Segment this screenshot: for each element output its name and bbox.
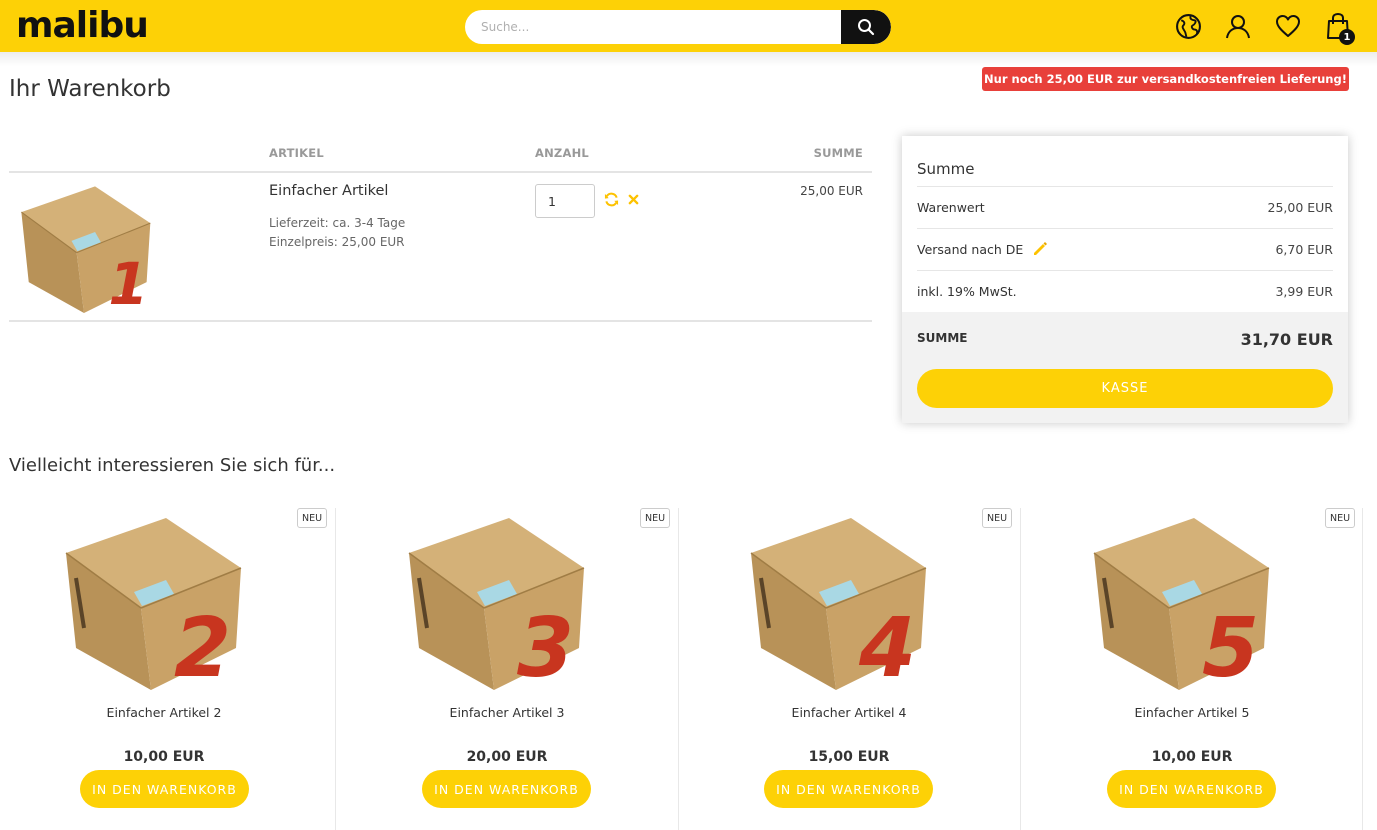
add-to-cart-button[interactable]: IN DEN WARENKORB [764,770,933,808]
cart-count-badge: 1 [1339,29,1355,45]
product-image[interactable]: 5 [1084,508,1274,690]
account-icon [1226,15,1250,39]
product-image[interactable]: 1 [14,178,154,314]
page-title: Ihr Warenkorb [9,76,171,102]
product-number: 3 [517,601,574,690]
product-name[interactable]: Einfacher Artikel 3 [336,705,678,720]
product-image[interactable]: 4 [741,508,931,690]
new-badge: NEU [1325,508,1355,528]
product-card: NEU 5 Einfacher Artikel 5 10,00 EUR IN DEN W… [1021,508,1363,830]
remove-item-button[interactable] [626,192,640,206]
search-button[interactable] [841,10,891,44]
product-price: 10,00 EUR [1151,749,1233,765]
add-to-cart-button[interactable]: IN DEN WARENKORB [422,770,591,808]
language-button[interactable] [1173,11,1203,41]
summary-title: Summe [917,160,975,178]
summary-divider [917,270,1333,271]
cart-button[interactable]: 1 [1323,11,1355,45]
summary-divider [917,228,1333,229]
search-icon [858,19,875,36]
product-number: 4 [858,601,916,690]
product-card: NEU 3 Einfacher Artikel 3 20,00 EUR IN DEN W… [336,508,678,830]
summary-value-goods-value: 25,00 EUR [1267,200,1334,215]
product-name[interactable]: Einfacher Artikel 4 [678,705,1020,720]
delivery-time: Lieferzeit: ca. 3-4 Tage [269,216,406,230]
search-input[interactable] [465,10,841,44]
table-divider [9,171,872,173]
table-divider [9,320,872,322]
product-number: 5 [1202,601,1259,690]
account-button[interactable] [1223,11,1253,41]
order-summary: Summe Warenwert 25,00 EUR Versand nach D… [902,136,1348,423]
summary-label-vat: inkl. 19% MwSt. [917,284,1017,299]
close-icon [628,194,638,204]
product-card: NEU 4 Einfacher Artikel 4 15,00 EUR IN DEN W… [678,508,1020,830]
product-name[interactable]: Einfacher Artikel [269,183,388,199]
add-to-cart-button[interactable]: IN DEN WARENKORB [1107,770,1276,808]
refresh-icon [604,192,618,206]
new-badge: NEU [297,508,327,528]
summary-total-value: 31,70 EUR [1240,330,1333,349]
product-image[interactable]: 2 [56,508,246,690]
product-number: 1 [108,251,148,314]
product-card: NEU 2 Einfacher Artikel 2 10,00 EUR IN DEN W… [0,508,335,830]
product-price: 20,00 EUR [466,749,548,765]
summary-total-label: SUMME [917,331,968,345]
product-price: 15,00 EUR [808,749,890,765]
column-header-article: ARTIKEL [269,146,324,160]
product-name[interactable]: Einfacher Artikel 5 [1021,705,1363,720]
summary-value-vat: 3,99 EUR [1275,284,1333,299]
heart-icon [1276,15,1300,37]
pencil-icon[interactable] [1033,242,1048,256]
logo[interactable]: malibu [16,6,149,46]
summary-value-shipping: 6,70 EUR [1275,242,1333,257]
site-header: malibu 1 [0,0,1377,52]
summary-label-goods-value: Warenwert [917,200,985,215]
add-to-cart-button[interactable]: IN DEN WARENKORB [80,770,249,808]
recommendations-title: Vielleicht interessieren Sie sich für... [9,455,336,476]
product-number: 2 [174,601,231,690]
column-header-sum: SUMME [813,146,863,160]
summary-divider [917,186,1333,187]
column-header-quantity: ANZAHL [535,146,589,160]
new-badge: NEU [640,508,670,528]
product-name[interactable]: Einfacher Artikel 2 [0,705,335,720]
wishlist-button[interactable] [1273,11,1303,41]
update-quantity-button[interactable] [603,191,619,207]
quantity-input[interactable] [535,184,595,218]
search-bar [465,10,891,44]
unit-price: Einzelpreis: 25,00 EUR [269,235,405,249]
checkout-button[interactable]: KASSE [917,369,1333,408]
free-shipping-hint: Nur noch 25,00 EUR zur versandkostenfrei… [982,67,1349,91]
shipping-label: Versand nach DE [917,242,1024,257]
product-price: 10,00 EUR [123,749,205,765]
globe-icon [1175,13,1201,39]
summary-label-shipping: Versand nach DE [917,242,1048,257]
header-shadow [0,52,1377,66]
row-sum: 25,00 EUR [800,184,863,198]
new-badge: NEU [982,508,1012,528]
product-image[interactable]: 3 [399,508,589,690]
